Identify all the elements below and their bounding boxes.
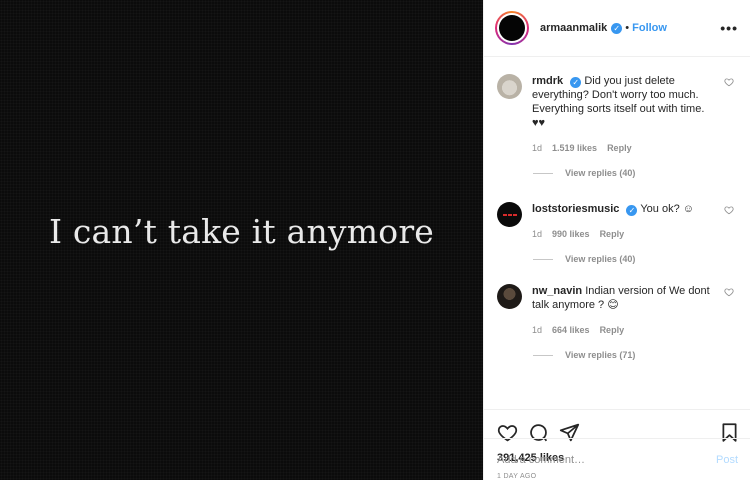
loststories-logo-icon [502, 213, 517, 216]
add-comment-bar: Post [484, 438, 750, 480]
author-avatar[interactable] [495, 11, 529, 45]
heart-icon[interactable] [724, 287, 734, 297]
verified-badge-icon: ✓ [626, 205, 638, 216]
comment-time[interactable]: 1d [532, 141, 542, 155]
view-replies-button[interactable]: View replies (40) [533, 168, 734, 178]
reply-button[interactable]: Reply [600, 323, 625, 337]
commenter-avatar[interactable] [497, 74, 522, 99]
commenter-username[interactable]: nw_navin [532, 285, 582, 297]
comment-item: nw_navin Indian version of We dont talk … [497, 284, 734, 337]
commenter-username[interactable]: loststoriesmusic [532, 203, 619, 215]
heart-icon[interactable] [724, 77, 734, 87]
comment-text: You ok? ☺ [640, 203, 694, 215]
author-username[interactable]: armaanmalik [540, 22, 607, 34]
add-comment-input[interactable] [497, 453, 716, 466]
comment-meta: 1d 990 likes Reply [532, 227, 714, 241]
view-replies-button[interactable]: View replies (40) [533, 254, 734, 264]
follow-button[interactable]: Follow [632, 22, 667, 34]
comment-likes[interactable]: 990 likes [552, 227, 590, 241]
replies-divider [533, 172, 553, 174]
post-comment-button[interactable]: Post [716, 454, 738, 466]
comment-time[interactable]: 1d [532, 227, 542, 241]
post-sidebar: armaanmalik ✓ • Follow ••• rmdrk ✓ Did y… [483, 0, 750, 480]
verified-badge-icon: ✓ [570, 77, 582, 88]
comment-likes[interactable]: 1.519 likes [552, 141, 597, 155]
comment-likes[interactable]: 664 likes [552, 323, 590, 337]
instagram-post-view: I can’t take it anymore armaanmalik ✓ • … [0, 0, 750, 480]
post-image-text: I can’t take it anymore [48, 212, 435, 251]
reply-button[interactable]: Reply [600, 227, 625, 241]
commenter-username[interactable]: rmdrk [532, 75, 563, 87]
comments-list[interactable]: rmdrk ✓ Did you just delete everything? … [484, 57, 750, 409]
separator-dot: • [625, 22, 630, 34]
comment-time[interactable]: 1d [532, 323, 542, 337]
view-replies-label: View replies (40) [565, 254, 636, 264]
verified-badge-icon: ✓ [611, 22, 623, 34]
comment-item: rmdrk ✓ Did you just delete everything? … [497, 74, 734, 155]
view-replies-label: View replies (40) [565, 168, 636, 178]
post-header: armaanmalik ✓ • Follow ••• [484, 0, 750, 57]
reply-button[interactable]: Reply [607, 141, 632, 155]
comment-meta: 1d 1.519 likes Reply [532, 141, 714, 155]
comment-item: loststoriesmusic ✓ You ok? ☺ 1d 990 like… [497, 202, 734, 241]
comment-meta: 1d 664 likes Reply [532, 323, 714, 337]
more-options-icon[interactable]: ••• [720, 20, 738, 36]
view-replies-label: View replies (71) [565, 350, 636, 360]
replies-divider [533, 258, 553, 260]
heart-icon[interactable] [724, 205, 734, 215]
replies-divider [533, 354, 553, 356]
view-replies-button[interactable]: View replies (71) [533, 350, 734, 360]
post-image[interactable]: I can’t take it anymore [0, 0, 483, 480]
commenter-avatar[interactable] [497, 202, 522, 227]
commenter-avatar[interactable] [497, 284, 522, 309]
